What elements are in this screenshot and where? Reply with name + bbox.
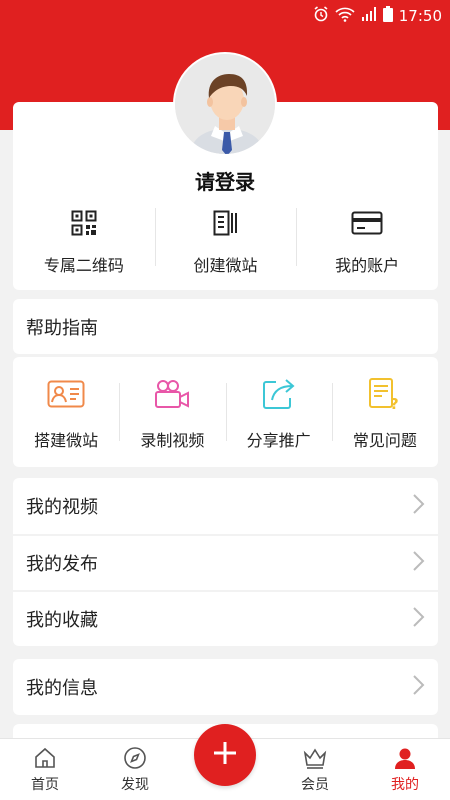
- menu-group-secondary: 我的信息: [13, 659, 438, 715]
- tab-label: 发现: [121, 777, 149, 793]
- chevron-right-icon: [412, 550, 426, 577]
- quick-label: 创建微站: [193, 256, 258, 275]
- qr-code-button[interactable]: 专属二维码: [13, 200, 155, 276]
- quick-actions: 专属二维码 创建微站 我的账户: [13, 200, 438, 276]
- site-icon: [209, 206, 243, 239]
- alarm-icon: [313, 6, 329, 26]
- signal-icon: [361, 6, 377, 26]
- crown-icon: [302, 745, 328, 771]
- help-grid: 搭建微站 录制视频 分享推广 ? 常见问题: [13, 357, 438, 467]
- compass-icon: [122, 745, 148, 771]
- chevron-right-icon: [412, 493, 426, 520]
- tab-home[interactable]: 首页: [0, 739, 90, 800]
- menu-my-info[interactable]: 我的信息: [13, 659, 438, 715]
- quick-label: 我的账户: [335, 256, 400, 275]
- menu-label: 我的发布: [26, 554, 98, 575]
- chevron-right-icon: [412, 674, 426, 701]
- video-camera-icon: [152, 377, 192, 411]
- help-label: 分享推广: [246, 431, 311, 450]
- menu-label: 我的信息: [26, 678, 98, 699]
- record-video-help[interactable]: 录制视频: [119, 357, 225, 467]
- faq-help[interactable]: ? 常见问题: [331, 357, 438, 467]
- tab-label: 我的: [391, 777, 419, 793]
- chevron-right-icon: [412, 606, 426, 633]
- tab-membership[interactable]: 会员: [270, 739, 360, 800]
- status-time: 17:50: [398, 7, 442, 25]
- card-icon: [350, 206, 384, 239]
- menu-group-primary: 我的视频 我的发布 我的收藏: [13, 478, 438, 646]
- menu-my-videos[interactable]: 我的视频: [13, 478, 438, 534]
- battery-icon: [382, 6, 393, 26]
- help-label: 录制视频: [140, 431, 205, 450]
- add-button[interactable]: [194, 724, 256, 786]
- qr-code-icon: [67, 206, 101, 239]
- tab-mine[interactable]: 我的: [360, 739, 450, 800]
- wifi-icon: [335, 6, 355, 26]
- help-label: 常见问题: [352, 431, 417, 450]
- help-label: 搭建微站: [34, 431, 99, 450]
- my-account-button[interactable]: 我的账户: [296, 200, 438, 276]
- menu-label: 我的收藏: [26, 610, 98, 631]
- status-bar: 17:50: [0, 0, 450, 32]
- help-guide-title: 帮助指南: [13, 299, 438, 354]
- quick-label: 专属二维码: [43, 256, 124, 275]
- tab-discover[interactable]: 发现: [90, 739, 180, 800]
- home-icon: [32, 745, 58, 771]
- share-icon: [259, 377, 299, 411]
- menu-label: 我的视频: [26, 497, 98, 518]
- login-prompt[interactable]: 请登录: [0, 166, 450, 195]
- plus-icon: [212, 740, 238, 770]
- faq-icon: ?: [365, 377, 405, 411]
- avatar[interactable]: [173, 52, 277, 156]
- id-card-icon: [46, 377, 86, 411]
- menu-my-posts[interactable]: 我的发布: [13, 534, 438, 590]
- create-site-button[interactable]: 创建微站: [154, 200, 297, 276]
- menu-my-favorites[interactable]: 我的收藏: [13, 590, 438, 646]
- tab-label: 会员: [301, 777, 329, 793]
- user-icon: [392, 745, 418, 771]
- svg-text:?: ?: [390, 395, 399, 411]
- tab-label: 首页: [31, 777, 59, 793]
- build-site-help[interactable]: 搭建微站: [13, 357, 119, 467]
- share-promote-help[interactable]: 分享推广: [225, 357, 332, 467]
